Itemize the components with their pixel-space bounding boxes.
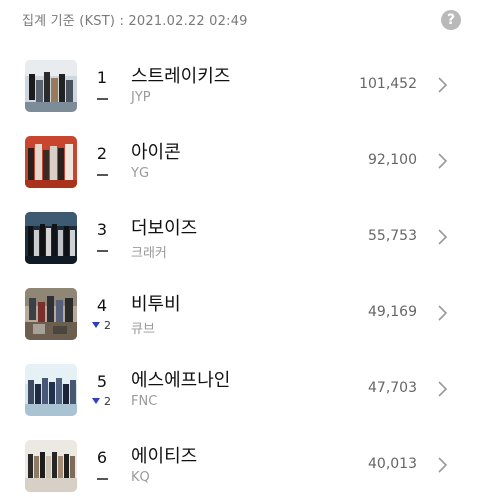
chevron-right-icon[interactable] [433, 304, 451, 322]
rank-change: 2 [88, 319, 120, 333]
rank-change [88, 471, 120, 485]
score: 101,452 [359, 76, 417, 92]
group-name: 에스에프나인 [131, 370, 231, 391]
rank-down-icon [92, 322, 100, 328]
group-name: 에이티즈 [131, 446, 198, 467]
ranking-row[interactable]: 3 더보이즈 크래커 55,753 [0, 200, 480, 276]
chevron-right-icon[interactable] [433, 456, 451, 474]
rank-number: 2 [96, 144, 108, 163]
group-photo [25, 364, 77, 416]
score: 40,013 [368, 456, 417, 472]
aggregation-timestamp: 집계 기준 (KST) : 2021.02.22 02:49 [22, 14, 248, 29]
no-change-icon [97, 98, 108, 100]
score: 92,100 [368, 152, 417, 168]
rank-change [88, 167, 120, 181]
rank-change [88, 91, 120, 105]
score: 55,753 [368, 228, 417, 244]
group-name: 아이콘 [131, 142, 181, 163]
no-change-icon [97, 478, 108, 480]
agency-name: FNC [131, 394, 158, 409]
group-photo [25, 136, 77, 188]
agency-name: KQ [131, 470, 150, 485]
group-photo [25, 440, 77, 492]
rank-change: 2 [88, 395, 120, 409]
rank-change-amount: 2 [104, 319, 111, 332]
rank-change [88, 243, 120, 257]
ranking-row[interactable]: 6 에이티즈 KQ 40,013 [0, 428, 480, 497]
rank-number: 4 [96, 296, 108, 315]
chevron-right-icon[interactable] [433, 152, 451, 170]
agency-name: 크래커 [131, 246, 167, 261]
no-change-icon [97, 174, 108, 176]
group-name: 비투비 [131, 294, 181, 315]
ranking-row[interactable]: 5 2 에스에프나인 FNC 47,703 [0, 352, 480, 428]
group-photo [25, 288, 77, 340]
rank-change-amount: 2 [104, 395, 111, 408]
ranking-row[interactable]: 4 2 비투비 큐브 49,169 [0, 276, 480, 352]
group-name: 더보이즈 [131, 218, 198, 239]
chevron-right-icon[interactable] [433, 228, 451, 246]
rank-down-icon [92, 398, 100, 404]
header: 집계 기준 (KST) : 2021.02.22 02:49 ? [0, 0, 480, 40]
score: 49,169 [368, 304, 417, 320]
chevron-right-icon[interactable] [433, 76, 451, 94]
group-photo [25, 212, 77, 264]
ranking-row[interactable]: 2 아이콘 YG 92,100 [0, 124, 480, 200]
ranking-row[interactable]: 1 스트레이키즈 JYP 101,452 [0, 48, 480, 124]
rank-number: 5 [96, 372, 108, 391]
agency-name: YG [131, 166, 150, 181]
agency-name: JYP [131, 90, 151, 105]
group-photo [25, 60, 77, 112]
rank-number: 1 [96, 68, 108, 87]
no-change-icon [97, 250, 108, 252]
score: 47,703 [368, 380, 417, 396]
help-icon[interactable]: ? [441, 10, 461, 30]
rank-number: 6 [96, 448, 108, 467]
group-name: 스트레이키즈 [131, 66, 231, 87]
chevron-right-icon[interactable] [433, 380, 451, 398]
rank-number: 3 [96, 220, 108, 239]
agency-name: 큐브 [131, 322, 155, 337]
